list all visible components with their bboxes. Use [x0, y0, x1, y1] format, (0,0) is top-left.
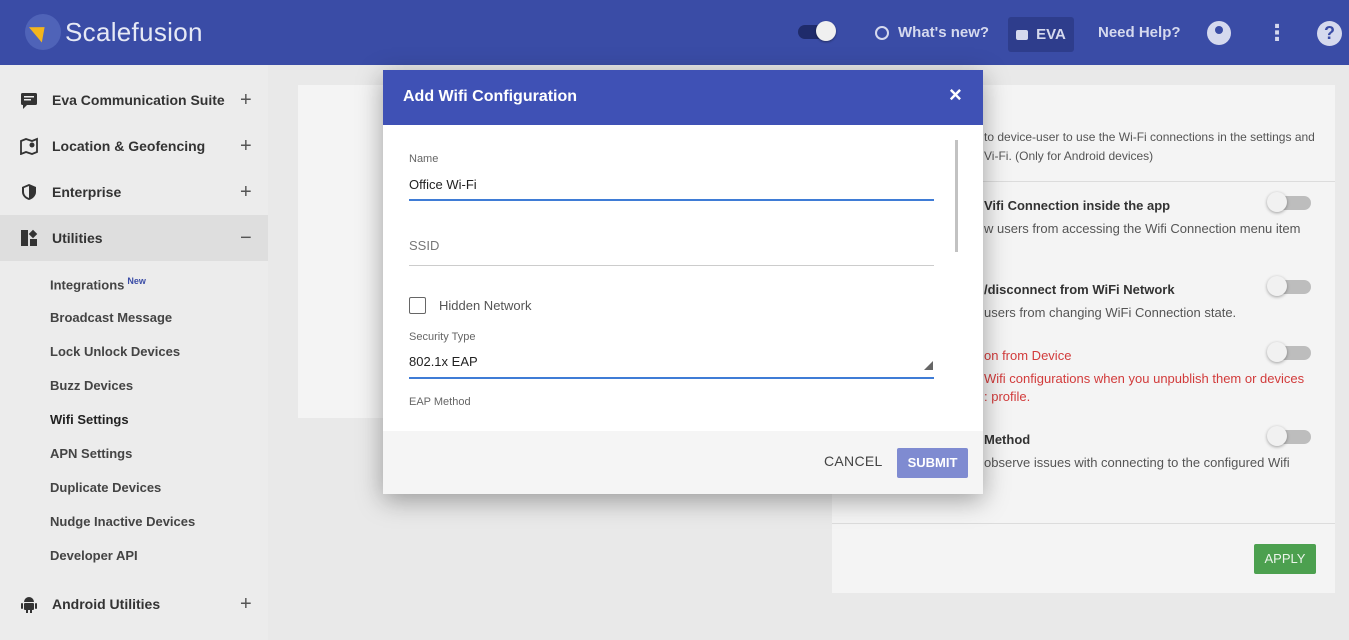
hidden-network-checkbox[interactable] — [409, 297, 426, 314]
security-type-label: Security Type — [409, 331, 476, 343]
dropdown-caret-icon[interactable] — [924, 361, 933, 370]
dialog-body[interactable]: Name Office Wi-Fi SSID Hidden Network Se… — [383, 125, 983, 431]
name-input[interactable]: Office Wi-Fi — [409, 177, 477, 192]
dialog-footer: CANCEL SUBMIT — [383, 431, 983, 494]
ssid-input[interactable]: SSID — [409, 238, 439, 253]
close-icon[interactable]: × — [949, 84, 962, 106]
name-label: Name — [409, 153, 439, 165]
add-wifi-dialog: Add Wifi Configuration × Name Office Wi-… — [383, 70, 983, 494]
submit-button[interactable]: SUBMIT — [897, 448, 968, 478]
dialog-header: Add Wifi Configuration × — [383, 70, 983, 125]
cancel-button[interactable]: CANCEL — [824, 453, 883, 469]
scrollbar[interactable] — [955, 140, 958, 252]
security-type-underline — [409, 377, 934, 379]
ssid-underline — [409, 265, 934, 266]
security-type-select[interactable]: 802.1x EAP — [409, 354, 478, 369]
name-underline — [409, 199, 934, 201]
dialog-title: Add Wifi Configuration — [403, 88, 578, 105]
eap-method-label: EAP Method — [409, 396, 471, 408]
hidden-network-label[interactable]: Hidden Network — [439, 298, 532, 313]
